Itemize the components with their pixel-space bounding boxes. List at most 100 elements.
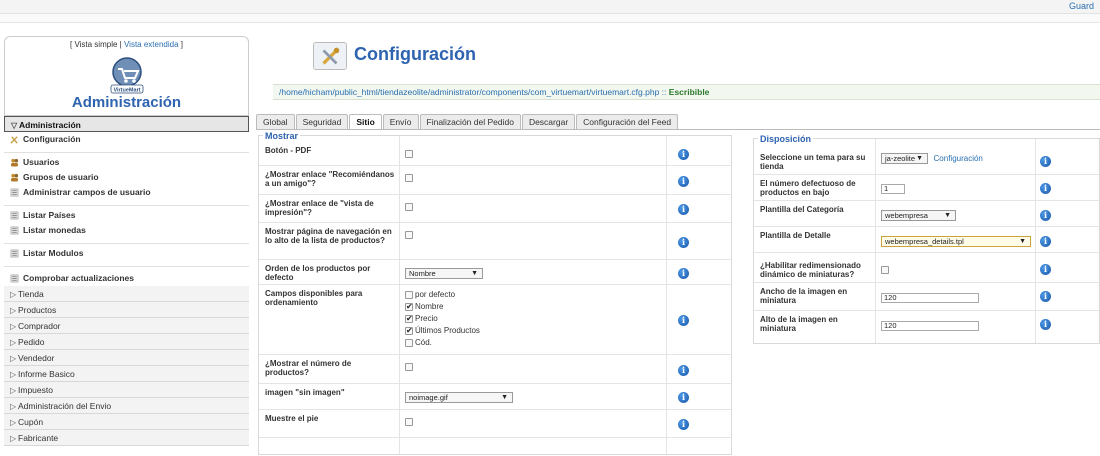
section-2[interactable]: ▷ Comprador	[4, 318, 249, 334]
rows-input[interactable]: 1	[881, 184, 905, 194]
info-icon[interactable]: i	[1040, 210, 1051, 221]
mostrar-checkbox[interactable]	[405, 174, 413, 182]
sort-option: Últimos Productos	[405, 325, 480, 337]
tab-3[interactable]: Envío	[382, 114, 419, 129]
info-icon[interactable]: i	[678, 176, 689, 187]
section-8[interactable]: ▷ Cupón	[4, 414, 249, 430]
section-label: Pedido	[18, 337, 45, 347]
theme-select-value: ja-zeolite	[885, 154, 916, 163]
sidebar-item-configuracion[interactable]: Configuración	[4, 132, 249, 147]
info-icon[interactable]: i	[1040, 236, 1051, 247]
section-5[interactable]: ▷ Informe Basico	[4, 366, 249, 382]
info-icon[interactable]: i	[1040, 183, 1051, 194]
theme-config-link[interactable]: Configuración	[934, 154, 983, 163]
sort-option-checkbox[interactable]	[405, 325, 413, 337]
resize-checkbox[interactable]	[881, 265, 889, 274]
mostrar-row-label: Campos disponibles para ordenamiento	[265, 289, 363, 307]
mostrar-row-control: Nombre ▼	[405, 264, 483, 279]
disposicion-legend: Disposición	[758, 134, 814, 144]
info-icon[interactable]: i	[678, 237, 689, 248]
sort-option-checkbox[interactable]	[405, 301, 413, 313]
mostrar-row-label: Mostrar página de navegación en lo alto …	[265, 227, 392, 245]
section-9[interactable]: ▷ Fabricante	[4, 430, 249, 446]
section-3[interactable]: ▷ Pedido	[4, 334, 249, 350]
info-icon[interactable]: i	[678, 365, 689, 376]
sort-option-checkbox[interactable]	[405, 338, 413, 347]
mostrar-checkbox[interactable]	[405, 231, 413, 239]
sort-option-checkbox[interactable]	[405, 290, 413, 299]
detail-template-select[interactable]: webempresa_details.tpl ▼	[881, 236, 1031, 247]
sidebar-item-label: Listar Países	[23, 210, 76, 220]
resize-control	[881, 264, 889, 274]
section-6[interactable]: ▷ Impuesto	[4, 382, 249, 398]
category-template-value: webempresa	[885, 211, 928, 220]
chevron-right-icon: ▷	[10, 402, 17, 411]
sidebar-sections: ▷ Tienda ▷ Productos ▷ Comprador ▷ Pedido ▷ Vende…	[4, 286, 249, 446]
sidebar-item-usuarios[interactable]: Usuarios	[4, 155, 249, 170]
info-icon[interactable]: i	[678, 268, 689, 279]
mostrar-checkbox[interactable]	[405, 203, 413, 211]
width-control: 120	[881, 292, 979, 303]
sort-option-checkbox[interactable]	[405, 313, 413, 325]
mostrar-checkbox[interactable]	[405, 150, 413, 158]
chevron-right-icon: ▷	[10, 338, 17, 347]
mostrar-checkbox[interactable]	[405, 418, 413, 426]
height-input[interactable]: 120	[881, 321, 979, 331]
sidebar-item-label: Listar monedas	[23, 225, 86, 235]
tab-2[interactable]: Sitio	[349, 114, 382, 130]
mostrar-row-control: noimage.gif ▼	[405, 388, 513, 403]
section-1[interactable]: ▷ Productos	[4, 302, 249, 318]
save-button[interactable]: Guard	[1069, 1, 1094, 11]
info-icon[interactable]: i	[678, 419, 689, 430]
sidebar-item-grupos[interactable]: Grupos de usuario	[4, 170, 249, 185]
section-7[interactable]: ▷ Administración del Envio	[4, 398, 249, 414]
sort-option: por defecto	[405, 289, 480, 301]
sidebar-item-paises[interactable]: Listar Países	[4, 208, 249, 223]
tab-5[interactable]: Descargar	[521, 114, 576, 129]
sidebar-item-monedas[interactable]: Listar monedas	[4, 223, 249, 238]
info-icon[interactable]: i	[1040, 319, 1051, 330]
sort-option-label: Precio	[415, 314, 438, 323]
divider	[4, 261, 249, 267]
section-administracion[interactable]: ▽ Administración	[4, 116, 249, 132]
view-switcher: [ Vista simple | Vista extendida ]	[5, 40, 248, 49]
extended-view-link[interactable]: Vista extendida	[124, 40, 179, 49]
chevron-right-icon: ▷	[10, 418, 17, 427]
info-icon[interactable]: i	[1040, 156, 1051, 167]
category-template-select[interactable]: webempresa ▼	[881, 210, 956, 221]
info-icon[interactable]: i	[1040, 291, 1051, 302]
mostrar-row-control: por defecto Nombre Precio Últimos Productos…	[405, 289, 480, 349]
dropdown-arrow-icon: ▼	[501, 394, 508, 401]
resize-row: ¿Habilitar redimensionado dinámico de mi…	[754, 253, 1099, 283]
section-0[interactable]: ▷ Tienda	[4, 286, 249, 302]
tab-0[interactable]: Global	[256, 114, 295, 129]
info-icon[interactable]: i	[678, 392, 689, 403]
mostrar-checkbox[interactable]	[405, 363, 413, 371]
info-icon[interactable]: i	[678, 315, 689, 326]
width-label: Ancho de la imagen en miniatura	[760, 287, 848, 305]
page-title: Configuración	[354, 44, 476, 64]
select-value: Nombre	[409, 269, 436, 278]
width-input[interactable]: 120	[881, 293, 979, 303]
tab-1[interactable]: Seguridad	[295, 114, 349, 129]
section-label: Comprador	[18, 321, 61, 331]
section-4[interactable]: ▷ Vendedor	[4, 350, 249, 366]
mostrar-select[interactable]: Nombre ▼	[405, 268, 483, 279]
simple-view-link[interactable]: [ Vista simple |	[70, 40, 122, 49]
theme-control: ja-zeolite ▼ Configuración	[881, 153, 983, 164]
info-icon[interactable]: i	[1040, 264, 1051, 275]
sort-option-label: Nombre	[415, 302, 444, 311]
sidebar-item-modulos[interactable]: Listar Modulos	[4, 246, 249, 261]
info-icon[interactable]: i	[678, 149, 689, 160]
tab-6[interactable]: Configuración del Feed	[576, 114, 679, 129]
mostrar-row-control	[405, 146, 413, 158]
mostrar-select[interactable]: noimage.gif ▼	[405, 392, 513, 403]
sidebar-item-label: Grupos de usuario	[23, 172, 99, 182]
sidebar-item-actualizaciones[interactable]: Comprobar actualizaciones	[4, 271, 249, 286]
info-icon[interactable]: i	[678, 204, 689, 215]
section-label: Vendedor	[18, 353, 55, 363]
section-label: Productos	[18, 305, 57, 315]
sidebar-item-campos[interactable]: Administrar campos de usuario	[4, 185, 249, 200]
theme-select[interactable]: ja-zeolite ▼	[881, 153, 928, 164]
tab-4[interactable]: Finalización del Pedido	[419, 114, 521, 129]
